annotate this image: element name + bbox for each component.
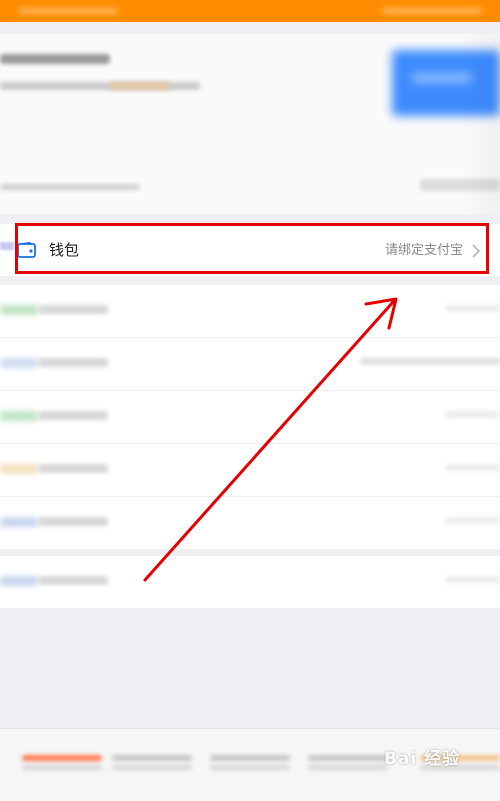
tab-item[interactable] xyxy=(22,751,102,773)
blurred-account-tag xyxy=(110,82,170,90)
blurred-menu-icon xyxy=(0,411,38,421)
blurred-menu-icon xyxy=(0,358,38,368)
menu-row[interactable] xyxy=(0,444,500,497)
blurred-menu-label xyxy=(38,358,108,367)
blurred-menu-icon xyxy=(0,464,38,474)
watermark-logo: Bai 经验 xyxy=(384,749,461,769)
menu-row[interactable] xyxy=(0,391,500,444)
menu-row[interactable] xyxy=(0,285,500,338)
settings-menu-list xyxy=(0,285,500,550)
card-shade xyxy=(460,34,500,214)
blurred-menu-value xyxy=(360,358,500,365)
blurred-menu-label xyxy=(38,411,108,420)
blurred-menu-value xyxy=(445,305,500,312)
tab-item[interactable] xyxy=(308,751,388,773)
blurred-account-info xyxy=(0,82,200,90)
blurred-header-text xyxy=(18,8,118,14)
blurred-username xyxy=(0,54,110,64)
annotation-highlight-box xyxy=(15,223,489,274)
blurred-profile-footer xyxy=(0,184,140,190)
blurred-menu-icon xyxy=(0,576,38,586)
blurred-edge xyxy=(0,242,14,250)
menu-row-settings[interactable] xyxy=(0,556,500,608)
blurred-menu-label xyxy=(38,517,108,526)
blurred-menu-label xyxy=(38,464,108,473)
blurred-menu-icon xyxy=(0,517,38,527)
tab-item[interactable] xyxy=(112,751,192,773)
blurred-menu-value xyxy=(445,576,500,583)
blurred-menu-icon xyxy=(0,305,38,315)
blurred-menu-value xyxy=(445,517,500,524)
menu-row[interactable] xyxy=(0,497,500,550)
blurred-menu-value xyxy=(445,411,500,418)
blurred-menu-label xyxy=(38,305,108,314)
profile-card[interactable] xyxy=(0,34,500,214)
menu-row[interactable] xyxy=(0,338,500,391)
blurred-header-text xyxy=(382,8,482,14)
top-header-bar xyxy=(0,0,500,22)
blurred-menu-value xyxy=(445,464,500,471)
tab-item[interactable] xyxy=(210,751,290,773)
blurred-menu-label xyxy=(38,576,108,585)
